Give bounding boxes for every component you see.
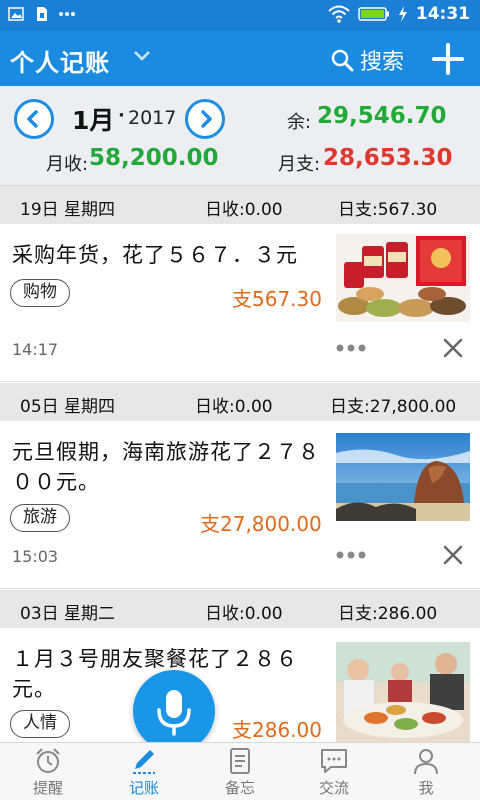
day-date: 05日 星期四 [20, 397, 116, 417]
day-expense: 日支:567.30 [338, 200, 438, 220]
battery-icon [358, 7, 389, 21]
monthly-income-value: 58,200.00 [89, 145, 219, 171]
alarm-clock-icon [36, 748, 60, 773]
record-item[interactable]: 元旦假期，海南旅游花了２７８００元。 旅游 支27,800.00 15:03 [0, 421, 480, 589]
new-year-goods-image [336, 234, 470, 322]
dinner-party-image [336, 642, 470, 742]
beach-image [336, 433, 470, 521]
pencil-icon [133, 750, 155, 774]
day-income: 日收:0.00 [205, 604, 283, 624]
day-income: 日收:0.00 [205, 200, 283, 220]
status-bar: 14:31 [0, 0, 480, 31]
search-button[interactable]: 搜索 [330, 44, 404, 76]
search-icon [331, 49, 354, 72]
tab-label: 备忘 [224, 779, 255, 797]
monthly-income-label: 月收: [46, 154, 89, 175]
previous-month-button[interactable] [14, 99, 54, 139]
monthly-expense-value: 28,653.30 [323, 145, 453, 171]
day-date: 19日 星期四 [20, 200, 116, 220]
record-time: 14:17 [12, 340, 59, 359]
more-options-icon[interactable] [336, 549, 366, 561]
more-notifications-icon [59, 12, 75, 16]
record-tag[interactable]: 旅游 [10, 504, 70, 532]
day-header: 05日 星期四 日收:0.00 日支:27,800.00 [0, 383, 480, 421]
record-time: 15:03 [12, 547, 59, 566]
tab-label: 我 [418, 779, 434, 797]
month-year-separator: · [118, 105, 125, 126]
tab-label: 提醒 [32, 779, 63, 797]
next-month-button[interactable] [185, 99, 225, 139]
sim-notification-icon [37, 7, 47, 21]
record-item[interactable]: 采购年货，花了５６７．３元 购物 支567.30 14:17 [0, 224, 480, 382]
record-text: 采购年货，花了５６７．３元 [12, 243, 298, 267]
record-photo[interactable] [336, 642, 470, 742]
bottom-navigation: 提醒 记账 备忘 交流 我 [0, 742, 480, 800]
person-icon [414, 749, 438, 775]
chevron-left-icon [27, 110, 38, 128]
chevron-right-icon [201, 110, 212, 128]
tab-profile[interactable]: 我 [386, 745, 466, 800]
search-label: 搜索 [360, 50, 405, 75]
day-header: 19日 星期四 日收:0.00 日支:567.30 [0, 186, 480, 224]
wifi-icon [328, 5, 350, 23]
month-label[interactable]: 1月 [72, 101, 114, 137]
voice-input-button[interactable] [133, 670, 215, 752]
chevron-down-icon[interactable] [132, 49, 152, 63]
day-date: 03日 星期二 [20, 604, 116, 624]
tab-memo[interactable]: 备忘 [200, 745, 280, 800]
balance-label: 余: [287, 112, 312, 133]
year-label[interactable]: 2017 [128, 107, 176, 129]
tab-label: 记账 [128, 779, 159, 797]
more-options-icon[interactable] [336, 342, 366, 354]
delete-icon[interactable] [442, 544, 464, 566]
record-amount: 支27,800.00 [200, 512, 322, 536]
charging-icon [398, 6, 407, 22]
day-expense: 日支:286.00 [338, 604, 438, 624]
balance-value: 29,546.70 [317, 103, 447, 129]
record-amount: 支286.00 [232, 718, 322, 742]
image-notification-icon [8, 7, 24, 21]
chat-icon [321, 749, 347, 773]
record-photo[interactable] [336, 234, 470, 322]
day-expense: 日支:27,800.00 [330, 397, 457, 417]
tab-community[interactable]: 交流 [294, 745, 374, 800]
app-bar: 个人记账 搜索 [0, 31, 480, 86]
memo-icon [230, 748, 250, 774]
record-amount: 支567.30 [232, 287, 322, 311]
tab-label: 交流 [318, 779, 349, 797]
record-tag[interactable]: 购物 [10, 279, 70, 307]
record-tag[interactable]: 人情 [10, 710, 70, 738]
tab-bookkeeping[interactable]: 记账 [104, 745, 184, 800]
record-item[interactable]: １月３号朋友聚餐花了２８６元。 人情 支286.00 [0, 628, 480, 742]
tab-reminders[interactable]: 提醒 [8, 745, 88, 800]
microphone-icon [157, 690, 191, 736]
add-record-button[interactable] [430, 41, 466, 77]
month-summary: 1月 · 2017 余: 29,546.70 月收: 58,200.00 月支:… [0, 86, 480, 186]
day-income: 日收:0.00 [195, 397, 273, 417]
day-header: 03日 星期二 日收:0.00 日支:286.00 [0, 590, 480, 628]
account-book-title[interactable]: 个人记账 [10, 43, 110, 78]
record-text: 元旦假期，海南旅游花了２７８００元。 [12, 440, 320, 494]
clock-time: 14:31 [415, 4, 470, 24]
monthly-expense-label: 月支: [278, 154, 321, 175]
record-photo[interactable] [336, 433, 470, 521]
delete-icon[interactable] [442, 337, 464, 359]
